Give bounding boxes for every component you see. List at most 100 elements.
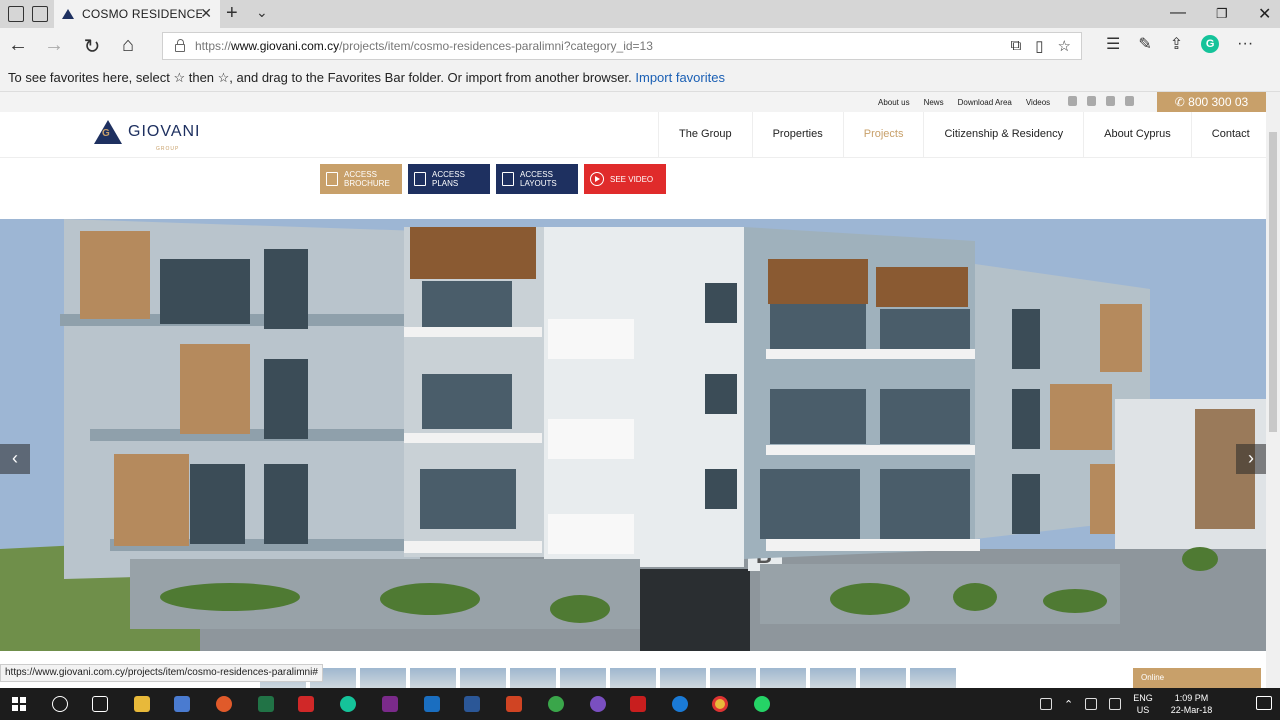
set-aside-tabs-icon[interactable]: [32, 6, 48, 22]
onenote-icon[interactable]: [382, 696, 398, 712]
thumbnail[interactable]: [910, 668, 956, 688]
word-icon[interactable]: [464, 696, 480, 712]
access-layouts-button[interactable]: ACCESS LAYOUTS: [496, 164, 578, 194]
social-links: [1068, 96, 1134, 106]
outlook-icon[interactable]: [424, 696, 440, 712]
show-hidden-icons-icon[interactable]: ⌃: [1064, 698, 1073, 711]
thumbnail[interactable]: [610, 668, 656, 688]
thumbnail[interactable]: [860, 668, 906, 688]
viber-icon[interactable]: [590, 696, 606, 712]
new-tab-icon[interactable]: +: [226, 2, 238, 25]
instagram-icon[interactable]: [1106, 96, 1115, 106]
tab-manager-icon[interactable]: [8, 6, 24, 22]
thumbnail[interactable]: [410, 668, 456, 688]
people-icon[interactable]: [1040, 698, 1052, 710]
giovani-logo-mark-icon: [94, 120, 122, 144]
windows-start-icon[interactable]: [12, 697, 26, 711]
active-tab[interactable]: COSMO RESIDENCES - I ✕: [54, 0, 220, 28]
menu-the-group[interactable]: The Group: [658, 112, 752, 158]
giovani-logo[interactable]: GIOVANI GROUP: [94, 120, 201, 152]
minimize-icon[interactable]: —: [1170, 4, 1186, 22]
about-us-link[interactable]: About us: [878, 98, 910, 107]
brand-name: GIOVANI: [128, 123, 201, 140]
tab-preview-chevron-icon[interactable]: ⌄: [256, 4, 268, 21]
slider-next-arrow[interactable]: ›: [1236, 444, 1266, 474]
system-tray: ⌃ ENG US 1:09 PM 22-Mar-18: [1040, 688, 1212, 720]
action-center-icon[interactable]: [1256, 696, 1272, 710]
page-scrollbar[interactable]: [1266, 92, 1280, 688]
utorrent-icon[interactable]: [548, 696, 564, 712]
menu-about-cyprus[interactable]: About Cyprus: [1083, 112, 1191, 158]
whatsapp-icon[interactable]: [754, 696, 770, 712]
acrobat-icon[interactable]: [630, 696, 646, 712]
chrome-icon[interactable]: [712, 696, 728, 712]
url-text: https://www.giovani.com.cy/projects/item…: [195, 39, 653, 53]
browser-nav-bar: ← → ↻ ⌂ https://www.giovani.com.cy/proje…: [0, 28, 1280, 64]
file-explorer-icon[interactable]: [134, 696, 150, 712]
site-header: GIOVANI GROUP The Group Properties Proje…: [0, 112, 1266, 158]
back-icon[interactable]: ←: [6, 34, 30, 57]
phone-button[interactable]: ✆ 800 300 03: [1157, 92, 1266, 112]
window-close-icon[interactable]: ✕: [1258, 4, 1271, 24]
address-bar[interactable]: https://www.giovani.com.cy/projects/item…: [162, 32, 1082, 60]
plan-edit-icon: [414, 172, 426, 186]
twitter-icon[interactable]: [1087, 96, 1096, 106]
input-language[interactable]: ENG US: [1133, 692, 1153, 716]
facebook-icon[interactable]: [1068, 96, 1077, 106]
forward-icon[interactable]: →: [42, 34, 66, 57]
youtube-icon[interactable]: [1125, 96, 1134, 106]
access-plans-button[interactable]: ACCESS PLANS: [408, 164, 490, 194]
app-icon[interactable]: [216, 696, 232, 712]
favorites-hint: To see favorites here, select ☆ then ☆, …: [8, 70, 632, 85]
favorites-hub-icon[interactable]: ☰: [1106, 34, 1120, 54]
videos-link[interactable]: Videos: [1026, 98, 1050, 107]
excel-icon[interactable]: [258, 696, 274, 712]
menu-contact[interactable]: Contact: [1190, 112, 1266, 158]
online-chat-widget[interactable]: Online: [1133, 668, 1261, 688]
thumbnail[interactable]: [560, 668, 606, 688]
thumbnail[interactable]: [360, 668, 406, 688]
more-menu-icon[interactable]: ···: [1237, 35, 1253, 53]
grammarly-icon[interactable]: [340, 696, 356, 712]
thumbnail[interactable]: [510, 668, 556, 688]
app-red-icon[interactable]: [298, 696, 314, 712]
system-clock[interactable]: 1:09 PM 22-Mar-18: [1171, 692, 1213, 716]
project-actions: ACCESS BROCHURE ACCESS PLANS ACCESS LAYOUTS…: [320, 164, 666, 194]
slider-prev-arrow[interactable]: ‹: [0, 444, 30, 474]
menu-citizenship-residency[interactable]: Citizenship & Residency: [923, 112, 1083, 158]
access-brochure-button[interactable]: ACCESS BROCHURE: [320, 164, 402, 194]
brand-sub: GROUP: [156, 146, 180, 152]
restore-icon[interactable]: ❐: [1216, 6, 1228, 22]
menu-projects[interactable]: Projects: [842, 112, 924, 158]
volume-icon[interactable]: [1109, 698, 1122, 710]
grammarly-extension-icon[interactable]: G: [1201, 35, 1220, 53]
edge-icon[interactable]: [672, 696, 688, 712]
home-icon[interactable]: ⌂: [116, 34, 140, 57]
reading-view-icon[interactable]: ▯: [1035, 37, 1043, 55]
see-video-button[interactable]: SEE VIDEO: [584, 164, 666, 194]
task-view-icon[interactable]: [92, 696, 108, 712]
menu-properties[interactable]: Properties: [751, 112, 843, 158]
hero-slider[interactable]: B: [0, 219, 1266, 651]
extensions-icon[interactable]: ⧉: [1011, 37, 1022, 55]
share-icon[interactable]: ⇪: [1170, 34, 1183, 54]
thumbnail[interactable]: [760, 668, 806, 688]
close-tab-icon[interactable]: ✕: [200, 5, 212, 22]
wifi-icon[interactable]: [1085, 698, 1098, 710]
tab-title: COSMO RESIDENCES - I: [82, 7, 202, 21]
download-area-link[interactable]: Download Area: [958, 98, 1012, 107]
thumbnail[interactable]: [710, 668, 756, 688]
thumbnail[interactable]: [460, 668, 506, 688]
favorite-star-icon[interactable]: ☆: [1058, 37, 1071, 55]
thumbnail[interactable]: [810, 668, 856, 688]
store-icon[interactable]: [174, 696, 190, 712]
web-note-pen-icon[interactable]: ✎: [1138, 34, 1151, 54]
search-icon[interactable]: [52, 696, 68, 712]
import-favorites-link[interactable]: Import favorites: [635, 70, 725, 85]
powerpoint-icon[interactable]: [506, 696, 522, 712]
news-link[interactable]: News: [924, 98, 944, 107]
screen: COSMO RESIDENCES - I ✕ + ⌄ — ❐ ✕ ← → ↻ ⌂…: [0, 0, 1280, 720]
thumbnail[interactable]: [660, 668, 706, 688]
refresh-icon[interactable]: ↻: [80, 34, 104, 59]
pdf-icon: [502, 172, 514, 186]
